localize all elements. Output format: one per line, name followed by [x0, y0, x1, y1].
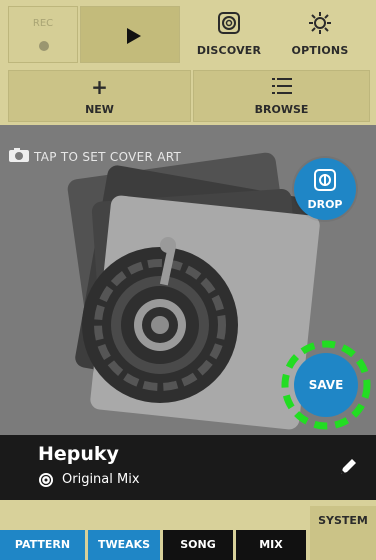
track-title[interactable]: Hepuky: [38, 443, 119, 465]
tab-mix[interactable]: MIX: [236, 530, 306, 560]
save-button[interactable]: SAVE: [294, 353, 358, 417]
new-label: NEW: [85, 103, 114, 116]
save-highlight: SAVE: [280, 339, 372, 431]
discover-icon: [190, 10, 268, 40]
record-dot-icon: [39, 41, 49, 51]
tab-tweaks[interactable]: TWEAKS: [88, 530, 160, 560]
play-button[interactable]: [80, 6, 180, 63]
options-label: OPTIONS: [291, 44, 349, 57]
drop-label: DROP: [307, 198, 343, 211]
record-button[interactable]: REC: [8, 6, 78, 63]
tab-pattern[interactable]: PATTERN: [0, 530, 85, 560]
discover-button[interactable]: DISCOVER: [190, 6, 268, 63]
track-info-bar: Hepuky Original Mix: [0, 435, 376, 500]
top-control-panel: REC DISCOVER OPTIONS + NEW BROWSE: [0, 0, 376, 125]
save-label: SAVE: [308, 378, 344, 392]
drop-icon: [314, 169, 336, 191]
record-label: REC: [32, 18, 54, 29]
bottom-tab-bar: PATTERN TWEAKS SONG MIX SYSTEM: [0, 500, 376, 560]
play-icon: [127, 28, 141, 44]
browse-label: BROWSE: [254, 103, 309, 116]
options-button[interactable]: OPTIONS: [270, 6, 370, 63]
plus-icon: +: [91, 75, 108, 99]
drop-button[interactable]: DROP: [294, 158, 356, 220]
gear-icon: [270, 10, 370, 40]
new-button[interactable]: + NEW: [8, 70, 191, 122]
vinyl-icon: [38, 472, 54, 492]
tab-system[interactable]: SYSTEM: [310, 506, 376, 560]
track-mix[interactable]: Original Mix: [62, 472, 140, 487]
browse-button[interactable]: BROWSE: [193, 70, 370, 122]
discover-label: DISCOVER: [196, 44, 262, 57]
tab-song[interactable]: SONG: [163, 530, 233, 560]
list-icon: [194, 77, 369, 99]
pencil-icon[interactable]: [338, 457, 358, 481]
cover-art-area[interactable]: TAP TO SET COVER ART DROP SAVE: [0, 125, 376, 435]
